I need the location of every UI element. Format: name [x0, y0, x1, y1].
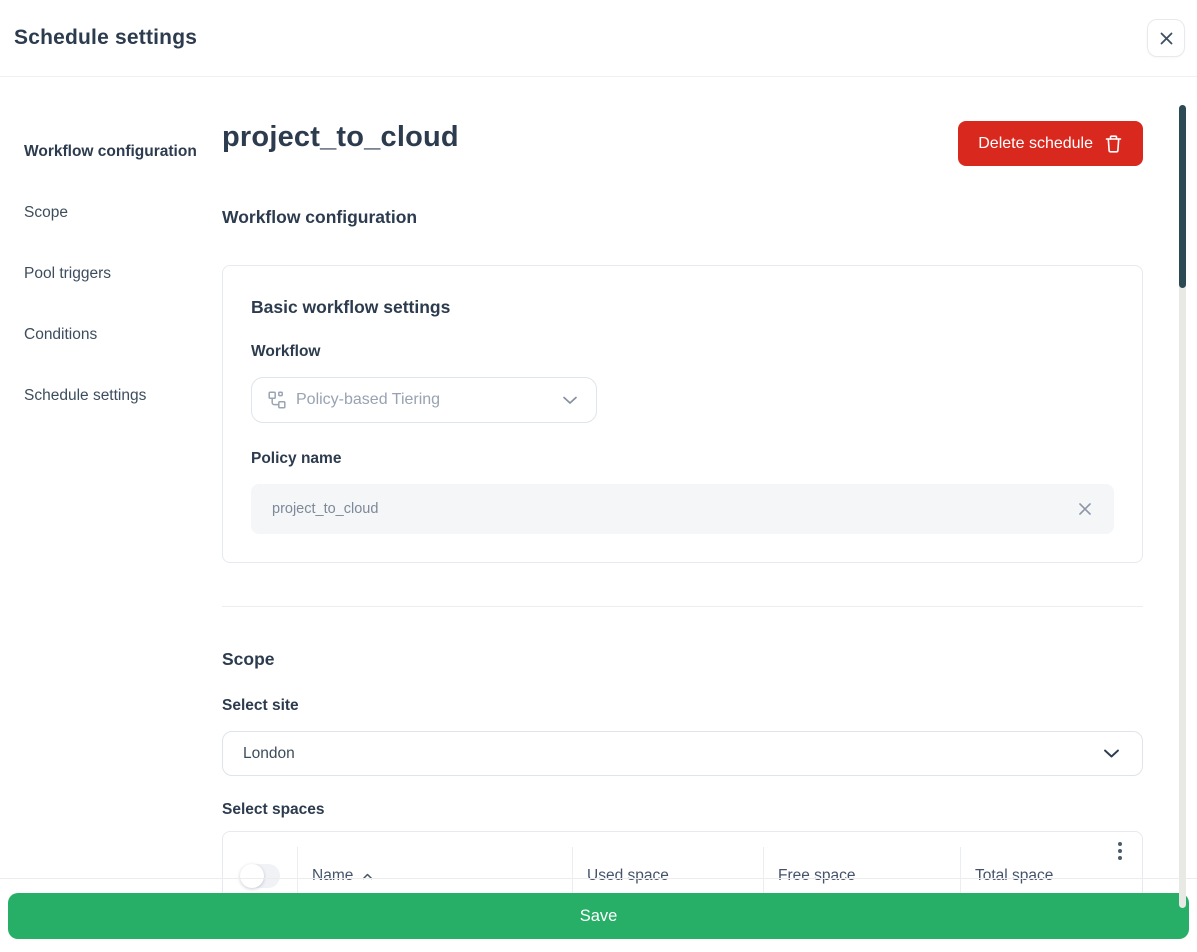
- settings-nav: Workflow configuration Scope Pool trigge…: [24, 140, 199, 445]
- nav-item-schedule-settings[interactable]: Schedule settings: [24, 384, 199, 407]
- select-spaces-label: Select spaces: [222, 801, 1143, 819]
- table-options-button[interactable]: [1115, 839, 1125, 863]
- modal-body: Workflow configuration Scope Pool trigge…: [0, 78, 1197, 952]
- page-title: project_to_cloud: [222, 121, 459, 154]
- section-divider: [222, 606, 1143, 607]
- delete-schedule-button[interactable]: Delete schedule: [958, 121, 1143, 166]
- workflow-icon: [268, 391, 286, 409]
- modal-header: Schedule settings: [0, 0, 1197, 77]
- save-button[interactable]: Save: [8, 893, 1189, 939]
- main-panel: project_to_cloud Delete schedule Workflo…: [222, 78, 1143, 920]
- clear-input-button[interactable]: [1074, 498, 1096, 520]
- column-label: Used space: [587, 867, 669, 885]
- delete-schedule-label: Delete schedule: [978, 135, 1093, 153]
- basic-workflow-settings-card: Basic workflow settings Workflow Policy-…: [222, 265, 1143, 563]
- column-label: Free space: [778, 867, 856, 885]
- column-label: Name: [312, 867, 353, 885]
- trash-icon: [1104, 134, 1123, 154]
- workflow-label: Workflow: [251, 343, 1114, 361]
- nav-item-scope[interactable]: Scope: [24, 201, 199, 224]
- kebab-icon: [1118, 842, 1122, 846]
- card-title: Basic workflow settings: [251, 297, 1114, 318]
- scrollbar-thumb[interactable]: [1179, 105, 1186, 288]
- save-label: Save: [580, 907, 618, 926]
- footer-divider: [0, 878, 1197, 879]
- site-selected-value: London: [243, 745, 295, 763]
- select-all-toggle[interactable]: [240, 864, 280, 888]
- policy-name-label: Policy name: [251, 450, 1114, 468]
- workflow-select[interactable]: Policy-based Tiering: [251, 377, 597, 423]
- policy-name-input[interactable]: [272, 501, 1074, 517]
- scope-heading: Scope: [222, 649, 1143, 670]
- clear-x-icon: [1078, 502, 1092, 516]
- toggle-knob: [240, 864, 264, 888]
- nav-item-pool-triggers[interactable]: Pool triggers: [24, 262, 199, 285]
- workflow-selected-value: Policy-based Tiering: [296, 391, 440, 409]
- nav-item-workflow-configuration[interactable]: Workflow configuration: [24, 140, 199, 163]
- workflow-configuration-heading: Workflow configuration: [222, 207, 1143, 228]
- chevron-down-icon: [1103, 748, 1120, 759]
- chevron-down-icon: [562, 395, 578, 405]
- close-button[interactable]: [1147, 19, 1185, 57]
- column-label: Total space: [975, 867, 1053, 885]
- site-select[interactable]: London: [222, 731, 1143, 776]
- select-site-label: Select site: [222, 697, 1143, 715]
- nav-item-conditions[interactable]: Conditions: [24, 323, 199, 346]
- modal-title: Schedule settings: [14, 26, 197, 50]
- close-icon: [1159, 31, 1174, 46]
- policy-name-field: [251, 484, 1114, 534]
